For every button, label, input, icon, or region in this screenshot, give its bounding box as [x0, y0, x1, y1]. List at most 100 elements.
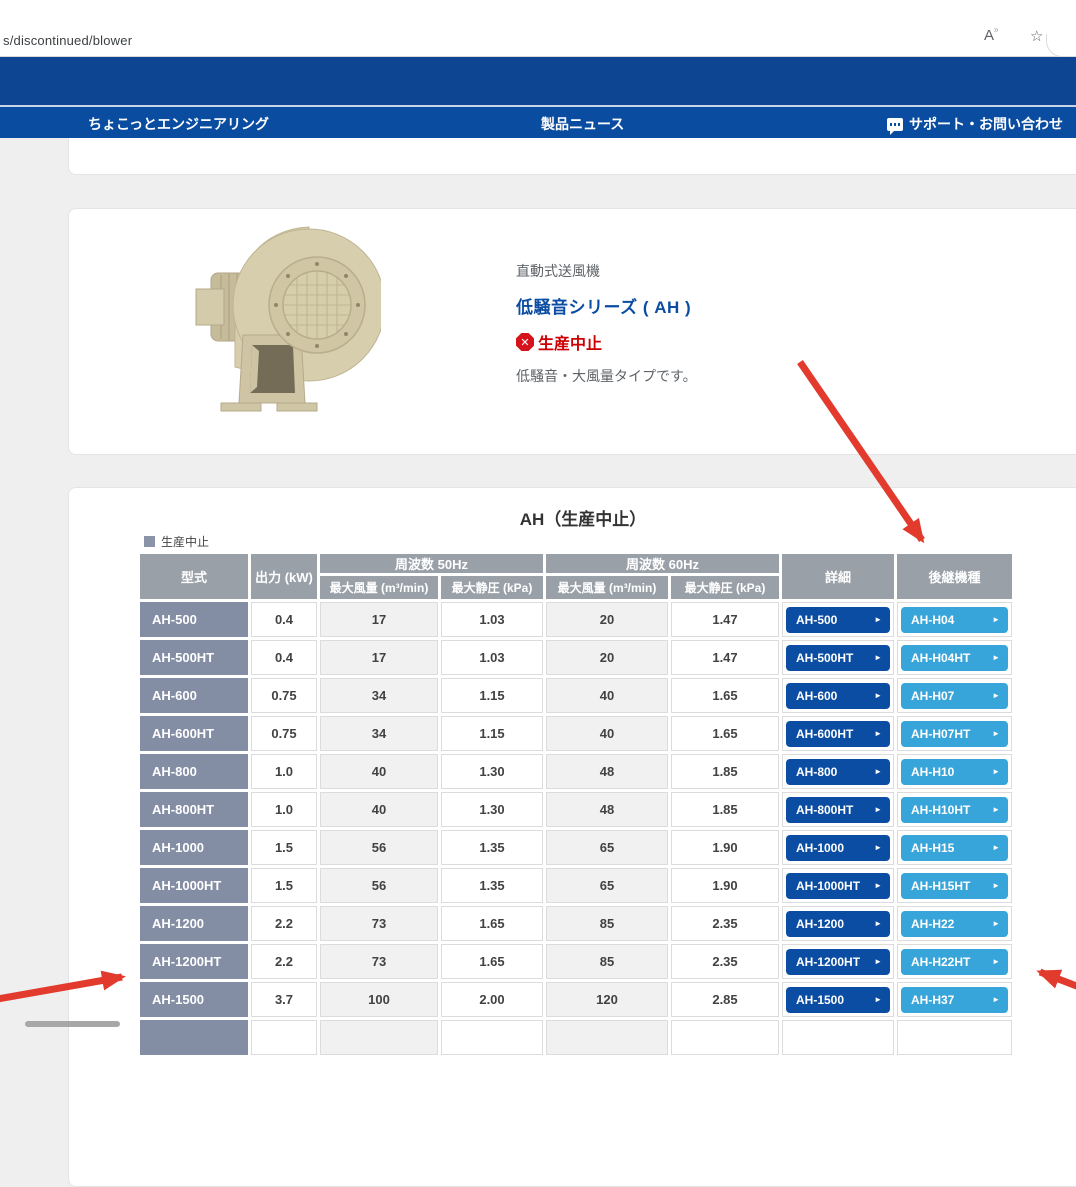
col-header-airflow-50: 最大風量 (m³/min): [320, 576, 438, 599]
col-header-output: 出力 (kW): [251, 554, 317, 599]
url-text[interactable]: s/discontinued/blower: [3, 33, 132, 48]
chevron-right-icon: ►: [874, 729, 882, 738]
nav-item-support-label: サポート・お問い合わせ: [909, 114, 1063, 134]
product-series-link[interactable]: 低騒音シリーズ ( AH ): [516, 293, 697, 318]
detail-link-button-cell: AH-600►: [782, 678, 894, 713]
chevron-right-icon: ►: [992, 957, 1000, 966]
detail-link-button-cell: AH-1500►: [782, 982, 894, 1017]
successor-link-button-cell: AH-H07HT►: [897, 716, 1012, 751]
pressure60-cell: 1.65: [671, 678, 779, 713]
chevron-right-icon: ►: [874, 957, 882, 966]
successor-link-button[interactable]: AH-H15►: [901, 835, 1008, 861]
detail-link-button-cell: AH-500►: [782, 602, 894, 637]
discontinued-legend: 生産中止: [144, 533, 209, 550]
model-cell: AH-1200HT: [140, 944, 248, 979]
detail-link-button-cell: AH-800HT►: [782, 792, 894, 827]
detail-link-button[interactable]: AH-500►: [786, 607, 890, 633]
favorites-star-icon[interactable]: ☆: [1030, 27, 1043, 45]
spec-row: AH-1200HT2.2731.65852.35AH-1200HT►AH-H22…: [140, 944, 1012, 979]
detail-link-button[interactable]: AH-1200►: [786, 911, 890, 937]
detail-link-button[interactable]: AH-600HT►: [786, 721, 890, 747]
detail-link-button-cell: AH-800►: [782, 754, 894, 789]
detail-link-button[interactable]: AH-800►: [786, 759, 890, 785]
chevron-right-icon: ►: [992, 919, 1000, 928]
detail-link-button[interactable]: AH-800HT►: [786, 797, 890, 823]
successor-link-button[interactable]: AH-H37►: [901, 987, 1008, 1013]
model-cell: AH-800: [140, 754, 248, 789]
previous-section-card: [68, 138, 1076, 175]
nav-item-support[interactable]: サポート・お問い合わせ: [887, 114, 1063, 134]
pressure50-cell: 1.35: [441, 868, 543, 903]
successor-link-button-cell: AH-H15HT►: [897, 868, 1012, 903]
partial-cell: [140, 1020, 248, 1055]
successor-link-button[interactable]: AH-H15HT►: [901, 873, 1008, 899]
chevron-right-icon: ►: [874, 919, 882, 928]
product-card: 直動式送風機 低騒音シリーズ ( AH ) ✕ 生産中止 低騒音・大風量タイプで…: [68, 208, 1076, 455]
spec-row: AH-8001.0401.30481.85AH-800►AH-H10►: [140, 754, 1012, 789]
spec-row: AH-800HT1.0401.30481.85AH-800HT►AH-H10HT…: [140, 792, 1012, 827]
output-cell: 1.0: [251, 792, 317, 827]
detail-link-button-cell: AH-600HT►: [782, 716, 894, 751]
pressure60-cell: 1.47: [671, 602, 779, 637]
nav-item-engineering[interactable]: ちょこっとエンジニアリング: [88, 114, 269, 134]
successor-link-button-cell: AH-H04►: [897, 602, 1012, 637]
successor-link-button[interactable]: AH-H04►: [901, 607, 1008, 633]
model-cell: AH-500HT: [140, 640, 248, 675]
col-header-freq60: 周波数 60Hz: [546, 554, 779, 573]
airflow50-cell: 56: [320, 868, 438, 903]
successor-link-button[interactable]: AH-H07►: [901, 683, 1008, 709]
successor-link-button[interactable]: AH-H07HT►: [901, 721, 1008, 747]
successor-link-button-cell: AH-H10►: [897, 754, 1012, 789]
partial-cell: [546, 1020, 668, 1055]
spec-row: AH-6000.75341.15401.65AH-600►AH-H07►: [140, 678, 1012, 713]
chevron-right-icon: ►: [992, 729, 1000, 738]
successor-link-button-cell: AH-H22►: [897, 906, 1012, 941]
airflow60-cell: 40: [546, 716, 668, 751]
spec-table-card: AH（生産中止） 生産中止 型式 出力 (kW) 周波数 50Hz 周波数 60…: [68, 487, 1076, 1187]
airflow50-cell: 34: [320, 678, 438, 713]
detail-link-button[interactable]: AH-600►: [786, 683, 890, 709]
chevron-right-icon: ►: [874, 691, 882, 700]
airflow60-cell: 85: [546, 906, 668, 941]
successor-link-button[interactable]: AH-H04HT►: [901, 645, 1008, 671]
pressure60-cell: 1.65: [671, 716, 779, 751]
airflow50-cell: 17: [320, 640, 438, 675]
chevron-right-icon: ►: [992, 767, 1000, 776]
nav-item-product-news[interactable]: 製品ニュース: [541, 114, 624, 134]
spec-row: AH-1000HT1.5561.35651.90AH-1000HT►AH-H15…: [140, 868, 1012, 903]
detail-link-button[interactable]: AH-1200HT►: [786, 949, 890, 975]
browser-url-bar[interactable]: s/discontinued/blower A⁾⁾ ☆: [0, 0, 1076, 57]
pressure50-cell: 1.65: [441, 944, 543, 979]
browser-panel-corner: [1046, 34, 1076, 57]
output-cell: 0.75: [251, 678, 317, 713]
pressure60-cell: 2.35: [671, 906, 779, 941]
legend-color-swatch: [144, 536, 155, 547]
col-header-pressure-50: 最大静圧 (kPa): [441, 576, 543, 599]
successor-link-button[interactable]: AH-H22HT►: [901, 949, 1008, 975]
model-cell: AH-600HT: [140, 716, 248, 751]
detail-link-button[interactable]: AH-1000►: [786, 835, 890, 861]
pressure50-cell: 1.03: [441, 602, 543, 637]
read-aloud-icon[interactable]: A⁾⁾: [984, 27, 998, 44]
pressure60-cell: 1.47: [671, 640, 779, 675]
airflow50-cell: 40: [320, 754, 438, 789]
successor-link-button[interactable]: AH-H10HT►: [901, 797, 1008, 823]
airflow50-cell: 73: [320, 944, 438, 979]
detail-link-button[interactable]: AH-1500►: [786, 987, 890, 1013]
pressure50-cell: 1.15: [441, 716, 543, 751]
successor-link-button[interactable]: AH-H22►: [901, 911, 1008, 937]
chevron-right-icon: ►: [874, 805, 882, 814]
stop-octagon-icon: ✕: [516, 333, 534, 351]
airflow50-cell: 34: [320, 716, 438, 751]
chevron-right-icon: ►: [874, 615, 882, 624]
blower-product-image: [191, 217, 381, 417]
horizontal-scrollbar-thumb[interactable]: [25, 1021, 120, 1027]
airflow50-cell: 17: [320, 602, 438, 637]
chevron-right-icon: ►: [992, 805, 1000, 814]
detail-link-button[interactable]: AH-500HT►: [786, 645, 890, 671]
detail-link-button[interactable]: AH-1000HT►: [786, 873, 890, 899]
spec-table-title: AH（生産中止）: [143, 505, 1023, 530]
chevron-right-icon: ►: [992, 653, 1000, 662]
successor-link-button[interactable]: AH-H10►: [901, 759, 1008, 785]
pressure50-cell: 1.65: [441, 906, 543, 941]
